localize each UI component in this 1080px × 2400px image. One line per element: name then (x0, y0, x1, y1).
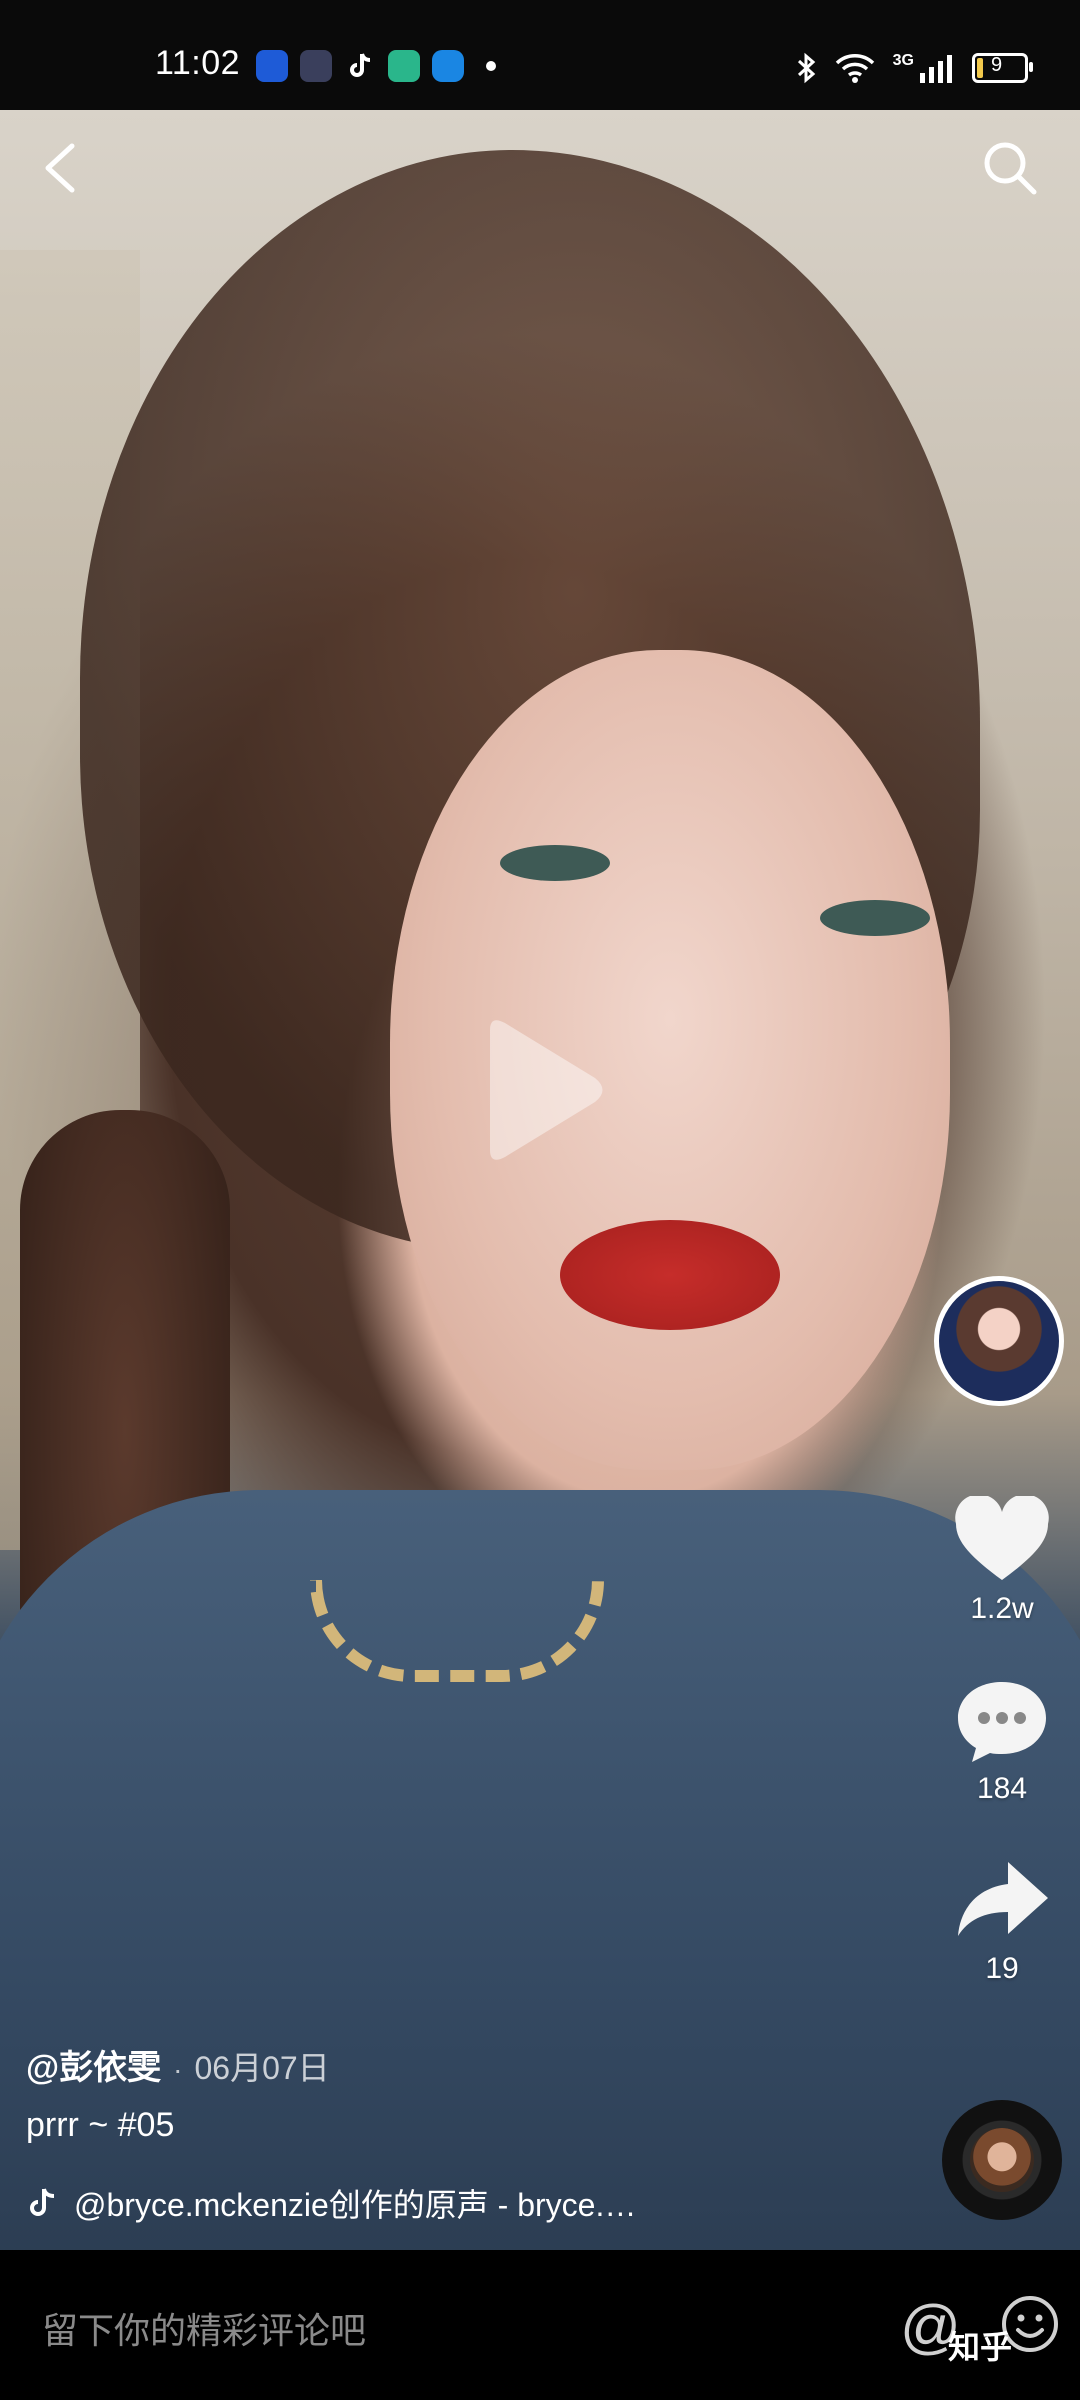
baidu-app-icon (256, 50, 288, 82)
comment-count: 184 (976, 1772, 1028, 1805)
battery-level: 9 (991, 54, 1003, 76)
author-name[interactable]: @彭依雯 (26, 2040, 161, 2089)
network-type: 3G (892, 52, 914, 69)
author-avatar[interactable] (934, 1276, 1064, 1406)
music-disc[interactable] (942, 2100, 1062, 2220)
like-button[interactable]: 1.2w (950, 1496, 1054, 1626)
status-time: 11:02 (155, 44, 241, 82)
play-icon[interactable] (470, 1010, 610, 1170)
video-subject-eye-right (820, 900, 930, 936)
video-subject-eye-left (500, 845, 610, 881)
video-player[interactable] (0, 110, 1080, 2250)
signal-icon (920, 55, 952, 83)
wifi-icon (835, 54, 874, 83)
heart-icon (955, 1496, 1049, 1580)
more-notifications-dot (486, 61, 496, 71)
bluetooth-icon (797, 52, 815, 84)
share-button[interactable]: 19 (950, 1856, 1054, 1986)
status-indicators: 3G 9 (795, 52, 1033, 84)
author-line: @彭依雯 · 06月07日 (26, 2040, 330, 2089)
battery-icon: 9 (972, 53, 1033, 83)
notification-icons (256, 50, 496, 82)
tiktok-app-icon (344, 50, 376, 82)
video-description[interactable]: prrr ~ #05 (26, 2106, 174, 2145)
music-note-icon (30, 2188, 55, 2216)
comment-button[interactable]: 184 (950, 1676, 1054, 1806)
comment-input[interactable]: 留下你的精彩评论吧 (42, 2302, 366, 2354)
k-app-icon (300, 50, 332, 82)
blue-app-icon (432, 50, 464, 82)
music-line[interactable]: @bryce.mckenzie创作的原声 - bryce.… (26, 2180, 636, 2226)
search-icon[interactable] (980, 138, 1040, 198)
post-date: 06月07日 (194, 2050, 330, 2086)
video-subject-lips (560, 1220, 780, 1330)
music-title: @bryce.mckenzie创作的原声 - bryce.… (74, 2187, 637, 2223)
comment-bar: 留下你的精彩评论吧 @ (0, 2250, 1080, 2400)
comment-bubble-icon (958, 1682, 1046, 1762)
green-app-icon (388, 50, 420, 82)
music-cover (970, 2128, 1034, 2192)
back-icon[interactable] (36, 140, 86, 196)
watermark: 知乎 (948, 2329, 1013, 2365)
like-count: 1.2w (970, 1592, 1034, 1625)
author-date-separator: · (173, 2054, 183, 2085)
status-bar: 11:02 3G 9 (0, 0, 1080, 110)
share-arrow-icon (958, 1862, 1048, 1936)
share-count: 19 (985, 1952, 1019, 1985)
